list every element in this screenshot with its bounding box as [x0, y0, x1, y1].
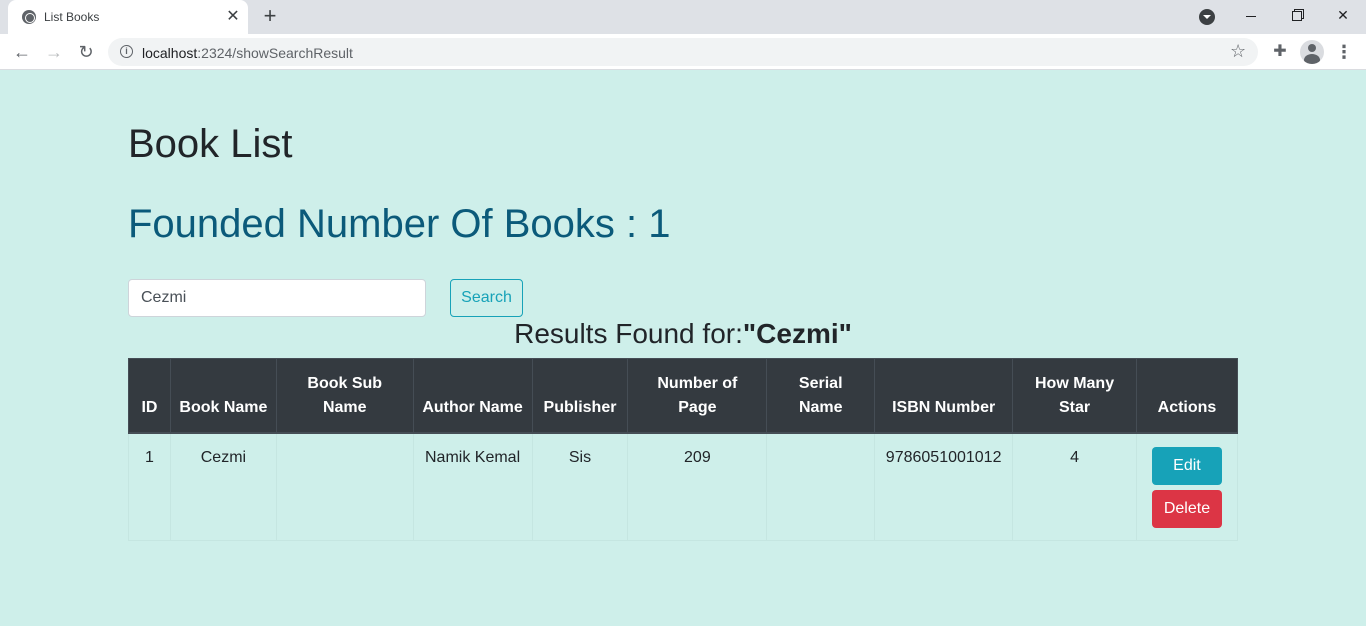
cell-isbn-number: 9786051001012 [874, 432, 1014, 541]
reload-icon[interactable]: ↻ [74, 40, 98, 64]
window-close-button[interactable]: ✕ [1320, 0, 1366, 30]
cell-actions: Edit Delete [1135, 432, 1239, 541]
cell-how-many-star: 4 [1012, 432, 1137, 541]
found-count-heading: Founded Number Of Books : 1 [128, 202, 671, 246]
header-author-name: Author Name [412, 358, 533, 434]
url-host: localhost [142, 45, 198, 61]
header-number-of-page: Number of Page [627, 358, 768, 434]
tab-search-icon[interactable] [1199, 9, 1215, 25]
browser-tab[interactable]: List Books ✕ [8, 0, 248, 34]
plus-icon[interactable]: + [260, 5, 280, 27]
restore-button[interactable] [1274, 0, 1320, 30]
avatar[interactable] [1300, 40, 1324, 64]
header-isbn-number: ISBN Number [874, 358, 1014, 434]
url-text[interactable]: localhost:2324/showSearchResult [142, 45, 353, 61]
header-book-name: Book Name [169, 358, 277, 434]
table-row: 1 Cezmi Namik Kemal Sis 209 978605100101… [128, 432, 1239, 541]
star-icon[interactable]: ☆ [1230, 41, 1246, 62]
header-actions: Actions [1135, 358, 1239, 434]
minimize-button[interactable] [1228, 0, 1274, 30]
cell-number-of-page: 209 [627, 432, 768, 541]
delete-button[interactable]: Delete [1151, 489, 1222, 528]
kebab-menu-icon[interactable]: ⋮ [1334, 40, 1354, 64]
books-table: ID Book Name Book Sub Name Author Name P… [128, 358, 1239, 541]
results-heading: Results Found for:"Cezmi" [128, 318, 1238, 350]
search-input[interactable] [128, 279, 426, 317]
cell-publisher: Sis [531, 432, 629, 541]
info-icon[interactable]: i [120, 45, 133, 58]
header-serial-name: Serial Name [766, 358, 876, 434]
search-button[interactable]: Search [450, 279, 523, 317]
results-query: "Cezmi" [742, 318, 852, 349]
forward-arrow-icon[interactable]: → [42, 40, 66, 64]
table-header-row: ID Book Name Book Sub Name Author Name P… [128, 358, 1239, 434]
cell-id: 1 [128, 432, 171, 541]
cell-book-sub-name [275, 432, 414, 541]
edit-button[interactable]: Edit [1151, 446, 1222, 485]
tab-title: List Books [44, 10, 100, 24]
browser-toolbar: ← → ↻ i localhost:2324/showSearchResult … [0, 34, 1366, 70]
header-id: ID [128, 358, 171, 434]
globe-icon [22, 10, 36, 24]
header-book-sub-name: Book Sub Name [275, 358, 414, 434]
url-path: :2324/showSearchResult [197, 45, 353, 61]
results-prefix: Results Found for: [514, 318, 743, 349]
page-title: Book List [128, 122, 293, 166]
close-icon[interactable]: ✕ [224, 8, 242, 26]
back-arrow-icon[interactable]: ← [10, 40, 34, 64]
cell-author-name: Namik Kemal [412, 432, 533, 541]
tab-strip: List Books ✕ + ✕ [0, 0, 1366, 34]
cell-book-name: Cezmi [169, 432, 277, 541]
cell-serial-name [766, 432, 876, 541]
puzzle-icon[interactable]: ✚ [1268, 40, 1292, 64]
address-bar[interactable]: i localhost:2324/showSearchResult ☆ [108, 38, 1258, 66]
header-publisher: Publisher [531, 358, 629, 434]
header-how-many-star: How Many Star [1012, 358, 1137, 434]
